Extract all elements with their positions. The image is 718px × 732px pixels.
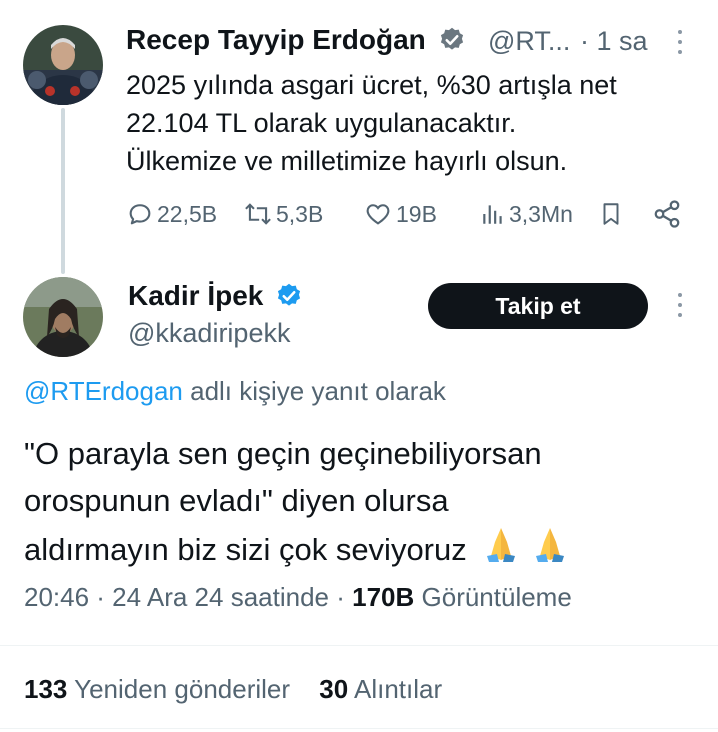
meta-views-label: Görüntüleme	[414, 582, 572, 612]
share-button[interactable]	[652, 197, 685, 231]
reply-text-line: aldırmayın biz sizi çok seviyoruz	[24, 532, 467, 567]
quotes-stat[interactable]: 30 Alıntılar	[319, 674, 442, 704]
meta-time[interactable]: 20:46 · 24 Ara 24 saatinde ·	[24, 582, 352, 612]
tweet-text-line: 22.104 TL olarak uygulanacaktır.	[126, 108, 517, 138]
tweet-meta: 20:46 · 24 Ara 24 saatinde · 170B Görünt…	[24, 582, 572, 613]
author-handle[interactable]: @RT...	[488, 26, 570, 57]
reply-button[interactable]: 22,5B	[126, 197, 217, 231]
follow-button[interactable]: Takip et	[428, 283, 648, 329]
replying-mention-link[interactable]: @RTErdogan	[24, 376, 183, 406]
reply-count: 22,5B	[157, 200, 218, 227]
reply-author-name-text[interactable]: Kadir İpek	[128, 280, 263, 311]
like-count: 19B	[396, 200, 437, 227]
reposts-stat[interactable]: 133 Yeniden gönderiler	[24, 674, 290, 704]
author-name[interactable]: Recep Tayyip Erdoğan	[126, 24, 466, 56]
quotes-count: 30	[319, 674, 349, 704]
replying-to: @RTErdogan adlı kişiye yanıt olarak	[24, 376, 446, 407]
folded-hands-emoji	[487, 528, 516, 562]
reposts-count: 133	[24, 674, 68, 704]
reply-text-line: orospunun evladı" diyen olursa	[24, 483, 449, 518]
reply-author-name[interactable]: Kadir İpek	[128, 280, 303, 312]
reply-text-line-with-emoji: aldırmayın biz sizi çok seviyoruz	[24, 524, 704, 573]
views-count: 3,3Mn	[509, 200, 573, 227]
bookmark-icon	[603, 203, 619, 225]
reply-text-line: "O parayla sen geçin geçinebiliyorsan	[24, 436, 542, 471]
tweet-time[interactable]: · 1 sa	[580, 26, 648, 57]
reposts-label: Yeniden gönderiler	[67, 674, 291, 704]
reply-author-handle[interactable]: @kkadiripekk	[128, 318, 290, 349]
more-icon[interactable]	[677, 30, 683, 60]
repost-button[interactable]: 5,3B	[243, 197, 323, 231]
views-icon	[483, 205, 502, 224]
replying-suffix: adlı kişiye yanıt olarak	[182, 376, 446, 406]
folded-hands-emoji	[536, 528, 564, 562]
bookmark-button[interactable]	[598, 197, 627, 231]
views-button[interactable]: 3,3Mn	[480, 197, 573, 231]
repost-icon	[245, 203, 271, 225]
reply-text: "O parayla sen geçin geçinebiliyorsan or…	[24, 430, 704, 573]
like-icon	[366, 204, 390, 225]
verified-badge-icon	[278, 283, 301, 306]
like-button[interactable]: 19B	[363, 197, 437, 231]
thread-line	[61, 108, 65, 274]
verified-badge-icon	[440, 27, 463, 50]
tweet-text-line: 2025 yılında asgari ücret, %30 artışla n…	[126, 70, 617, 100]
avatar-erdogan[interactable]	[23, 25, 103, 105]
avatar-kadir[interactable]	[23, 277, 103, 357]
engagement-stats: 133 Yeniden gönderiler 30 Alıntılar	[24, 674, 442, 705]
repost-count: 5,3B	[276, 200, 324, 227]
tweet-text-line: Ülkemize ve milletimize hayırlı olsun.	[126, 146, 568, 176]
meta-views-count: 170B	[352, 582, 415, 612]
reply-icon	[129, 204, 151, 225]
divider	[0, 728, 718, 729]
quotes-label: Alıntılar	[348, 674, 443, 704]
divider	[0, 645, 718, 646]
tweet-text: 2025 yılında asgari ücret, %30 artışla n…	[126, 66, 706, 180]
author-name-text[interactable]: Recep Tayyip Erdoğan	[126, 24, 426, 55]
more-icon[interactable]	[677, 293, 683, 323]
share-icon	[654, 200, 680, 228]
